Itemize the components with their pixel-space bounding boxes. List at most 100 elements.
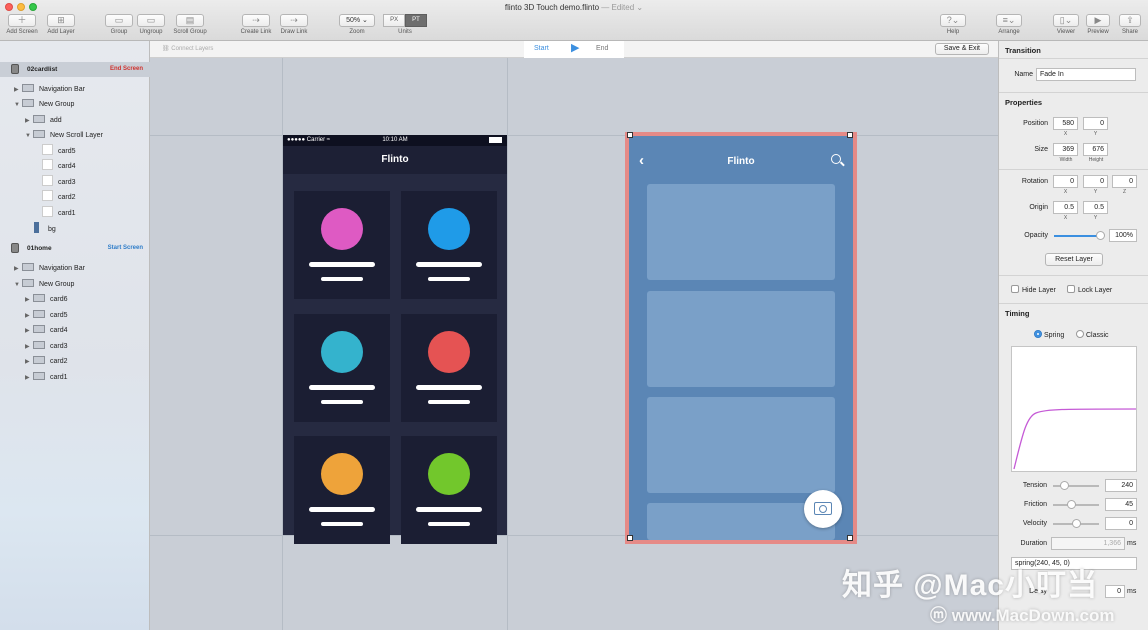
play-transition-icon[interactable]: ▶ <box>571 43 579 54</box>
reset-layer-button[interactable]: Reset Layer <box>1045 253 1103 266</box>
lock-layer-checkbox[interactable]: Lock Layer <box>1067 285 1112 294</box>
disclosure-right-icon[interactable]: ▶ <box>25 114 33 129</box>
group-button[interactable]: ▭ Group <box>105 14 133 35</box>
card-placeholder[interactable] <box>647 397 835 493</box>
card-placeholder[interactable] <box>647 184 835 280</box>
layer-new-group[interactable]: ▼ New Group <box>14 277 74 292</box>
origin-y-field[interactable]: 0.5 <box>1083 201 1108 214</box>
layer-card5[interactable]: card5 <box>42 144 76 159</box>
card-1[interactable] <box>294 191 390 299</box>
disclosure-right-icon[interactable]: ▶ <box>25 340 33 355</box>
units-px-button[interactable]: PX <box>383 14 406 27</box>
zoom-control[interactable]: 50% ⌄ Zoom <box>338 14 376 35</box>
end-tab[interactable]: End <box>596 45 608 52</box>
layer-card5[interactable]: ▶ card5 <box>25 308 68 323</box>
spring-radio[interactable]: Spring <box>1034 330 1064 339</box>
screen-row-01home[interactable]: 01home Start Screen <box>0 241 150 256</box>
card-placeholder[interactable] <box>647 291 835 387</box>
layer-card4[interactable]: card4 <box>42 159 76 174</box>
classic-radio[interactable]: Classic <box>1076 330 1109 339</box>
position-y-field[interactable]: 0 <box>1083 117 1108 130</box>
disclosure-down-icon[interactable]: ▼ <box>14 278 22 293</box>
width-field[interactable]: 369 <box>1053 143 1078 156</box>
disclosure-right-icon[interactable]: ▶ <box>14 262 22 277</box>
card-4[interactable] <box>401 314 497 422</box>
card-6[interactable] <box>401 436 497 544</box>
position-x-field[interactable]: 580 <box>1053 117 1078 130</box>
add-screen-button[interactable]: ＋ Add Screen <box>4 14 40 35</box>
start-tab[interactable]: Start <box>534 45 549 52</box>
layer-card3[interactable]: card3 <box>42 175 76 190</box>
layer-card6[interactable]: ▶ card6 <box>25 292 68 307</box>
viewer-button[interactable]: ▯⌄ Viewer <box>1052 14 1080 35</box>
arrange-button[interactable]: ≡⌄ Arrange <box>994 14 1024 35</box>
rotation-z-field[interactable]: 0 <box>1112 175 1137 188</box>
resize-handle[interactable] <box>847 535 853 541</box>
tension-field[interactable]: 240 <box>1105 479 1137 492</box>
layer-navigation-bar[interactable]: ▶ Navigation Bar <box>14 82 85 97</box>
layer-bg[interactable]: bg <box>31 222 56 237</box>
slider-knob[interactable] <box>1096 231 1105 240</box>
disclosure-down-icon[interactable]: ▼ <box>25 129 33 144</box>
disclosure-right-icon[interactable]: ▶ <box>25 371 33 386</box>
add-layer-button[interactable]: ⊞ Add Layer <box>44 14 78 35</box>
layer-new-group[interactable]: ▼ New Group <box>14 97 74 112</box>
help-button[interactable]: ?⌄ Help <box>938 14 968 35</box>
draw-link-button[interactable]: ⇢ Draw Link <box>277 14 311 35</box>
ungroup-button[interactable]: ▭ Ungroup <box>136 14 166 35</box>
share-button[interactable]: ⇪ Share <box>1117 14 1143 35</box>
slider-knob[interactable] <box>1072 519 1081 528</box>
tension-slider[interactable] <box>1053 481 1099 490</box>
layer-card1[interactable]: ▶ card1 <box>25 370 68 385</box>
layer-navigation-bar[interactable]: ▶ Navigation Bar <box>14 261 85 276</box>
layer-card4[interactable]: ▶ card4 <box>25 323 68 338</box>
search-icon[interactable] <box>831 154 841 164</box>
end-screen-preview[interactable]: ‹ Flinto <box>625 132 857 544</box>
slider-knob[interactable] <box>1060 481 1069 490</box>
scroll-group-button[interactable]: ▤ Scroll Group <box>169 14 211 35</box>
connect-layers-button[interactable]: ⛓ Connect Layers <box>162 45 213 52</box>
design-canvas[interactable]: ●●●●● Carrier ≈ 10:10 AM Flinto ‹ Flinto <box>150 58 998 630</box>
disclosure-down-icon[interactable]: ▼ <box>14 98 22 113</box>
resize-handle[interactable] <box>847 132 853 138</box>
screen-row-02cardlist[interactable]: 02cardlist End Screen <box>0 62 150 77</box>
camera-button[interactable] <box>804 490 842 528</box>
create-link-button[interactable]: ⇢ Create Link <box>236 14 276 35</box>
disclosure-right-icon[interactable]: ▶ <box>14 83 22 98</box>
layer-card2[interactable]: card2 <box>42 190 76 205</box>
hide-layer-checkbox[interactable]: Hide Layer <box>1011 285 1056 294</box>
layer-add[interactable]: ▶ add <box>25 113 62 128</box>
layer-card1[interactable]: card1 <box>42 206 76 221</box>
height-field[interactable]: 676 <box>1083 143 1108 156</box>
zoom-select[interactable]: 50% ⌄ <box>339 14 375 27</box>
origin-x-field[interactable]: 0.5 <box>1053 201 1078 214</box>
save-exit-button[interactable]: Save & Exit <box>934 43 989 55</box>
units-pt-button[interactable]: PT <box>405 14 427 27</box>
disclosure-right-icon[interactable]: ▶ <box>25 293 33 308</box>
card-5[interactable] <box>294 436 390 544</box>
disclosure-right-icon[interactable]: ▶ <box>25 355 33 370</box>
layer-card2[interactable]: ▶ card2 <box>25 354 68 369</box>
layer-new-scroll-layer[interactable]: ▼ New Scroll Layer <box>25 128 103 143</box>
disclosure-right-icon[interactable]: ▶ <box>25 309 33 324</box>
resize-handle[interactable] <box>627 535 633 541</box>
velocity-slider[interactable] <box>1053 519 1099 528</box>
card-3[interactable] <box>294 314 390 422</box>
rotation-x-field[interactable]: 0 <box>1053 175 1078 188</box>
opacity-field[interactable]: 100% <box>1109 229 1137 242</box>
friction-slider[interactable] <box>1053 500 1099 509</box>
slider-knob[interactable] <box>1067 500 1076 509</box>
friction-field[interactable]: 45 <box>1105 498 1137 511</box>
start-screen-preview[interactable]: ●●●●● Carrier ≈ 10:10 AM Flinto <box>283 135 507 544</box>
avatar-circle <box>428 453 470 495</box>
disclosure-right-icon[interactable]: ▶ <box>25 324 33 339</box>
resize-handle[interactable] <box>627 132 633 138</box>
layer-card3[interactable]: ▶ card3 <box>25 339 68 354</box>
preview-button[interactable]: ▶ Preview <box>1084 14 1112 35</box>
name-field[interactable]: Fade In <box>1036 68 1136 81</box>
card-2[interactable] <box>401 191 497 299</box>
delay-field[interactable]: 0 <box>1105 585 1125 598</box>
velocity-field[interactable]: 0 <box>1105 517 1137 530</box>
opacity-slider[interactable] <box>1054 231 1105 240</box>
rotation-y-field[interactable]: 0 <box>1083 175 1108 188</box>
